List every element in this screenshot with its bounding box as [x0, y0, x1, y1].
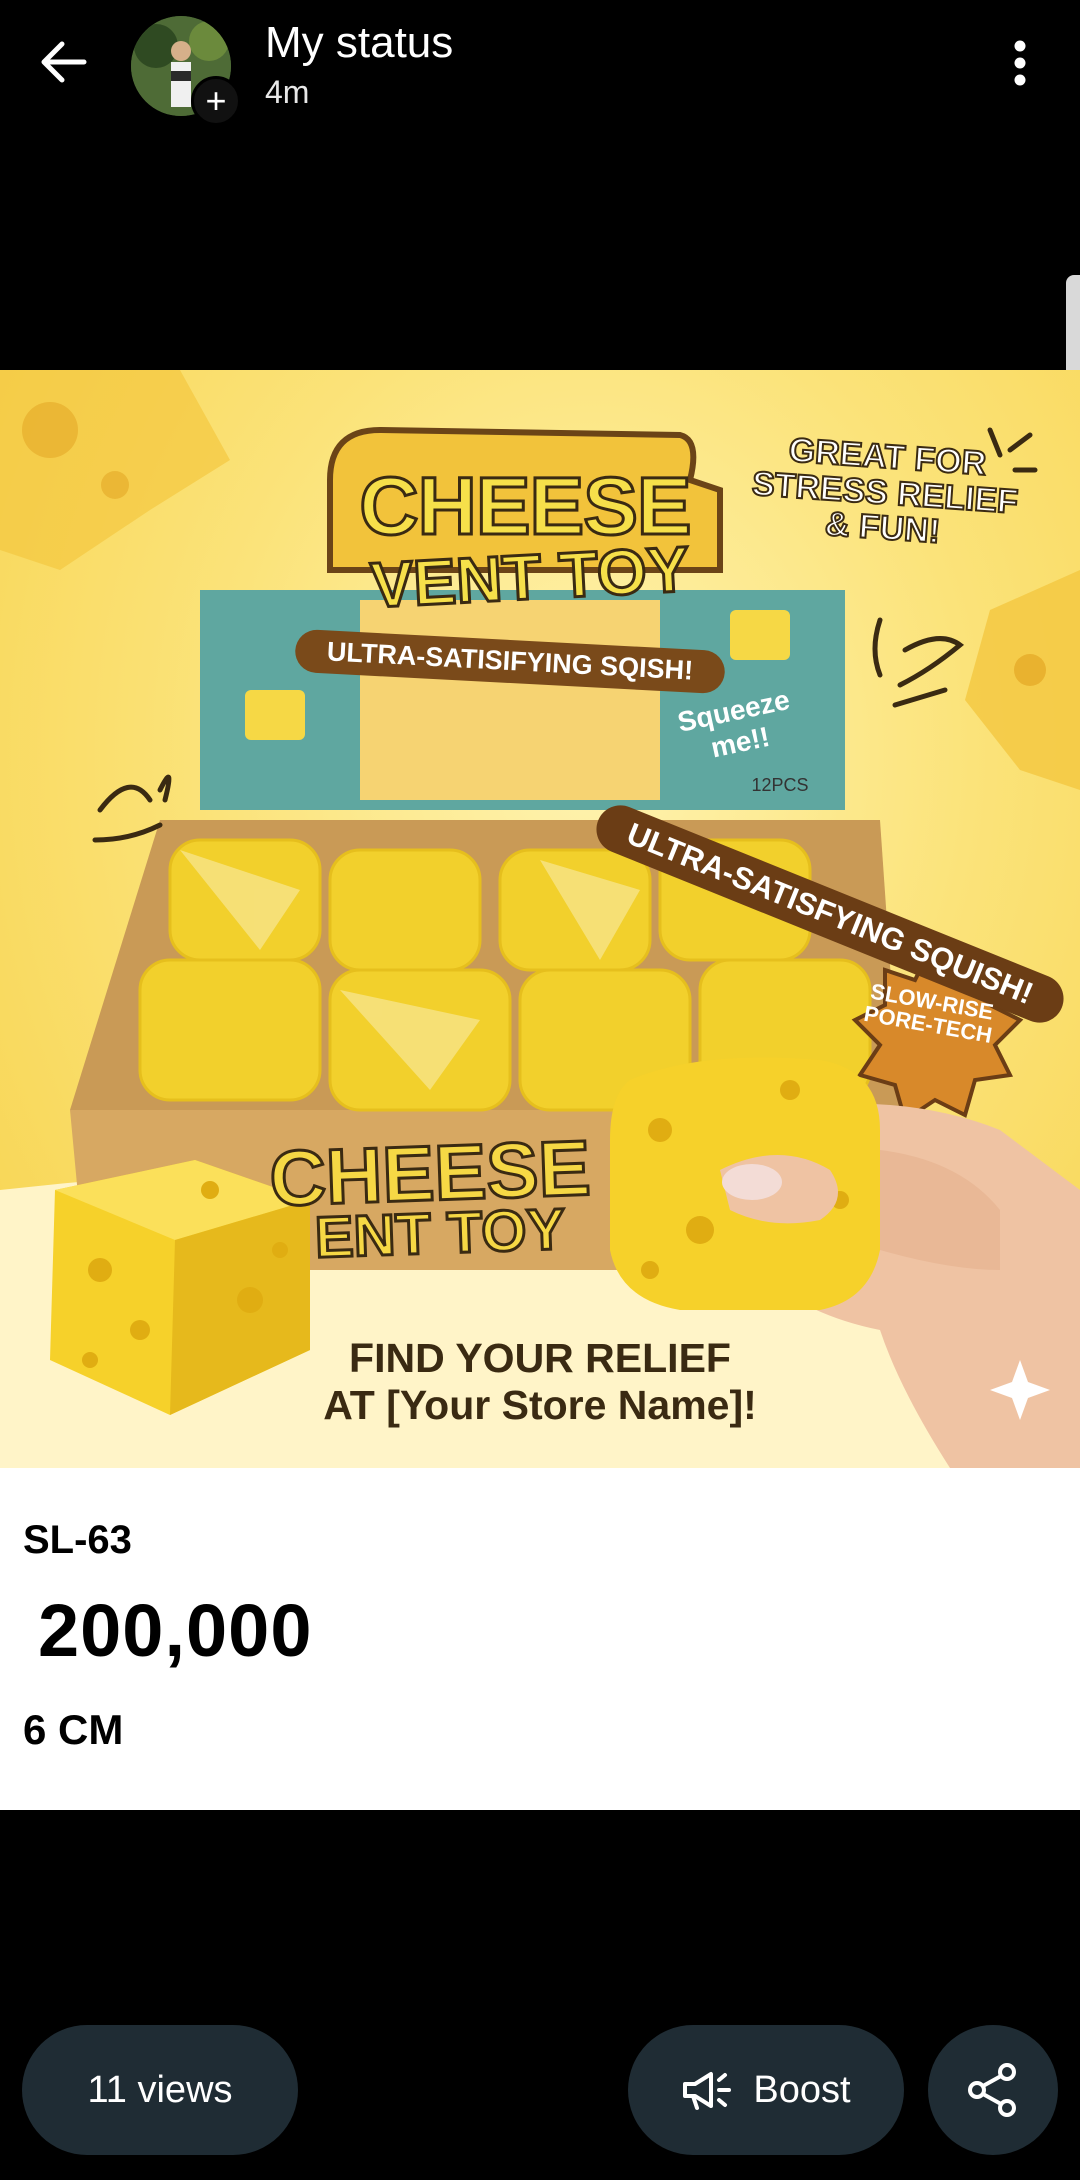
megaphone-icon — [683, 2072, 732, 2110]
status-time: 4m — [265, 74, 310, 110]
status-header: + My status 4m — [0, 0, 1080, 130]
poster-pcs: 12PCS — [751, 775, 809, 795]
share-button[interactable] — [928, 2025, 1058, 2155]
product-code: SL-63 — [23, 1518, 132, 1562]
poster-box-front-line2: ENT TOY — [312, 1195, 567, 1272]
poster-find-line2: AT [Your Store Name]! — [323, 1382, 757, 1428]
status-image: CHEESE VENT TOY GREAT FOR STRESS RELIEF … — [0, 370, 1080, 1468]
share-icon — [968, 2063, 1016, 2117]
views-button[interactable]: 11 views — [22, 2025, 298, 2155]
poster-great-for: GREAT FOR STRESS RELIEF & FUN! — [750, 430, 1020, 552]
more-vert-icon[interactable] — [1000, 38, 1040, 88]
product-price: 200,000 — [38, 1589, 313, 1672]
views-label: 11 views — [87, 2068, 233, 2111]
product-size: 6 CM — [23, 1706, 124, 1753]
avatar[interactable]: + — [131, 16, 241, 126]
poster-find-line1: FIND YOUR RELIEF — [349, 1335, 731, 1381]
boost-label: Boost — [753, 2068, 851, 2111]
back-arrow-icon[interactable] — [34, 32, 94, 92]
status-title: My status — [265, 18, 454, 67]
plus-icon[interactable]: + — [191, 76, 241, 126]
boost-button[interactable]: Boost — [628, 2025, 904, 2155]
status-caption: SL-63 200,000 6 CM — [0, 1468, 1080, 1810]
